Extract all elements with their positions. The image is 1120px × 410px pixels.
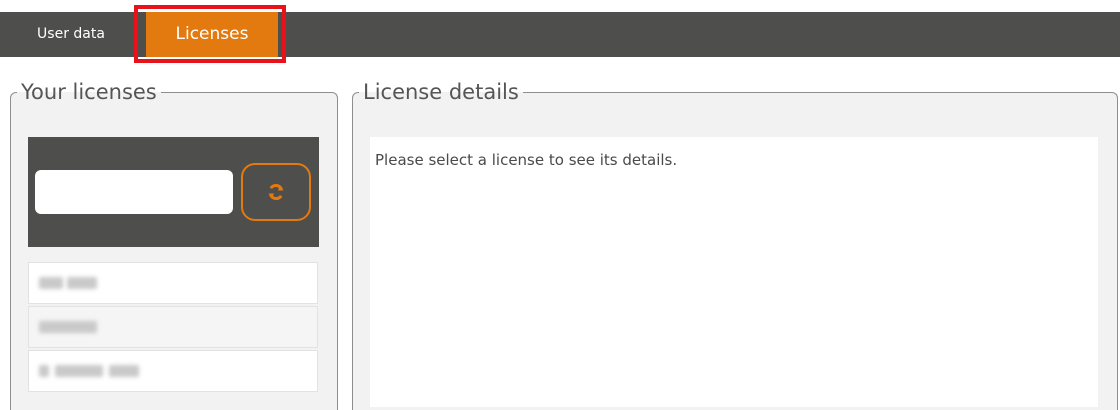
redacted-text	[109, 365, 139, 377]
top-nav-bar: User data Licenses	[0, 12, 1120, 57]
redacted-text	[39, 277, 63, 289]
license-details-legend: License details	[363, 80, 519, 104]
license-details-content: Please select a license to see its detai…	[370, 137, 1098, 407]
license-list-item[interactable]	[28, 350, 318, 392]
refresh-button[interactable]	[241, 163, 311, 221]
refresh-icon	[268, 183, 284, 201]
redacted-text	[39, 321, 97, 333]
redacted-text	[55, 365, 103, 377]
license-details-message: Please select a license to see its detai…	[375, 151, 678, 169]
redacted-text	[67, 277, 97, 289]
tab-licenses[interactable]: Licenses	[146, 12, 278, 57]
redacted-text	[39, 365, 49, 377]
license-list-item[interactable]	[28, 306, 318, 348]
license-search-input[interactable]	[35, 170, 233, 214]
tab-user-data[interactable]: User data	[16, 12, 126, 57]
license-list-item[interactable]	[28, 262, 318, 304]
your-licenses-legend: Your licenses	[21, 80, 157, 104]
